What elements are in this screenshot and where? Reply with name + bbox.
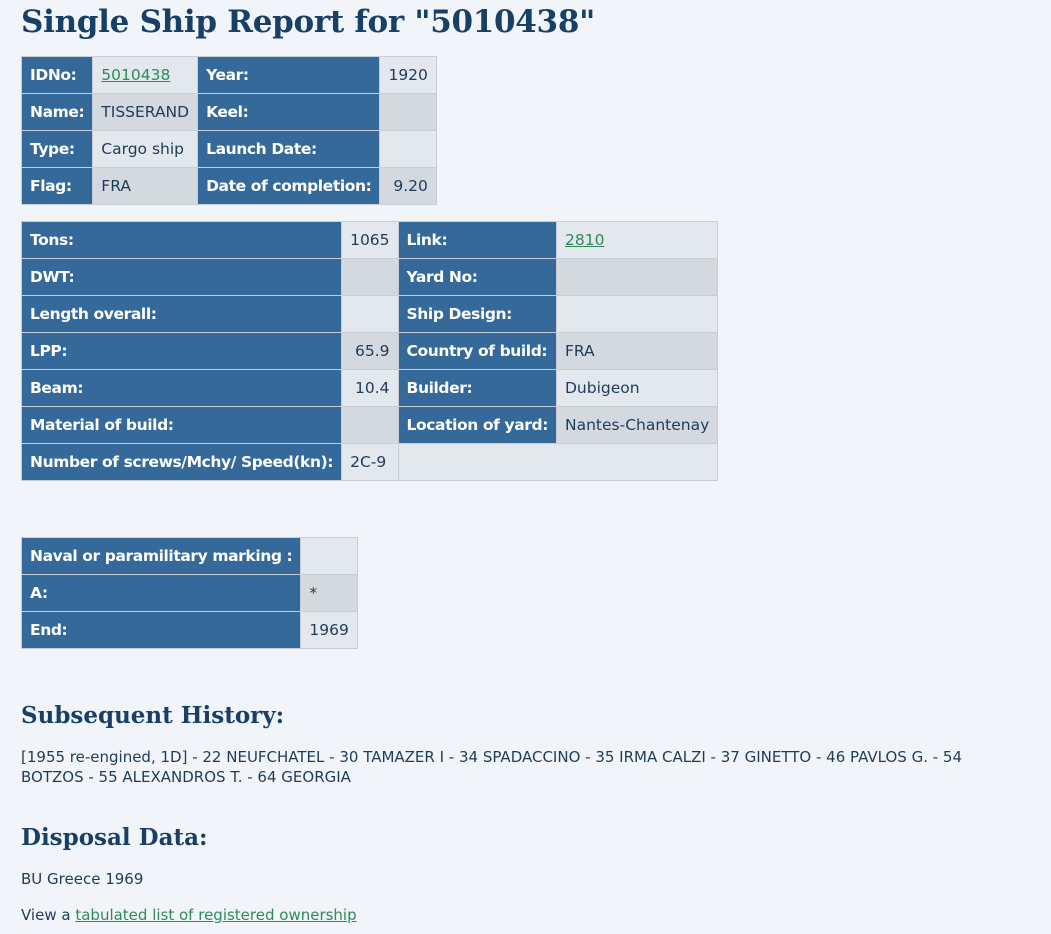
ship-design-value	[555, 295, 719, 333]
lpp-value: 65.9	[341, 332, 399, 370]
table-row: Number of screws/Mchy/ Speed(kn): 2C-9	[20, 443, 719, 481]
ownership-list-link[interactable]: tabulated list of registered ownership	[75, 906, 356, 924]
end-value: 1969	[300, 611, 358, 649]
country-of-build-label: Country of build:	[397, 332, 558, 370]
year-label: Year:	[197, 56, 381, 94]
history-heading: Subsequent History:	[21, 702, 285, 729]
country-of-build-value: FRA	[555, 332, 719, 370]
dwt-label: DWT:	[20, 258, 343, 296]
idno-label: IDNo:	[20, 56, 94, 94]
table-row: DWT: Yard No:	[20, 258, 719, 296]
a-label: A:	[20, 574, 302, 612]
dwt-value	[341, 258, 399, 296]
table-row: A: *	[20, 574, 358, 612]
builder-value: Dubigeon	[555, 369, 719, 407]
tons-value: 1065	[341, 221, 399, 259]
year-value: 1920	[379, 56, 437, 94]
marking-table: Naval or paramilitary marking : A: * End…	[20, 537, 358, 649]
link-label: Link:	[397, 221, 558, 259]
launch-date-value	[379, 130, 437, 168]
table-row: End: 1969	[20, 611, 358, 649]
table-row: Type: Cargo ship Launch Date:	[20, 130, 437, 168]
ownership-line: View a tabulated list of registered owne…	[21, 905, 357, 925]
table-row: LPP: 65.9 Country of build: FRA	[20, 332, 719, 370]
page-title: Single Ship Report for "5010438"	[21, 4, 595, 40]
completion-date-label: Date of completion:	[197, 167, 381, 205]
beam-value: 10.4	[341, 369, 399, 407]
idno-link[interactable]: 5010438	[101, 66, 170, 84]
keel-value	[379, 93, 437, 131]
table-row: Tons: 1065 Link: 2810	[20, 221, 719, 259]
table-row: Name: TISSERAND Keel:	[20, 93, 437, 131]
flag-value: FRA	[92, 167, 199, 205]
naval-marking-label: Naval or paramilitary marking :	[20, 537, 302, 575]
screws-label: Number of screws/Mchy/ Speed(kn):	[20, 443, 343, 481]
length-overall-value	[341, 295, 399, 333]
type-label: Type:	[20, 130, 94, 168]
ship-design-label: Ship Design:	[397, 295, 558, 333]
table-row: Naval or paramilitary marking :	[20, 537, 358, 575]
naval-marking-value	[300, 537, 358, 575]
ship-identity-table: IDNo: 5010438 Year: 1920 Name: TISSERAND…	[20, 56, 437, 205]
material-of-build-value	[341, 406, 399, 444]
view-prefix: View a	[21, 906, 71, 924]
name-label: Name:	[20, 93, 94, 131]
a-value: *	[300, 574, 358, 612]
beam-label: Beam:	[20, 369, 343, 407]
yard-no-value	[555, 258, 719, 296]
location-of-yard-label: Location of yard:	[397, 406, 558, 444]
material-of-build-label: Material of build:	[20, 406, 343, 444]
link-value: 2810	[555, 221, 719, 259]
table-row: Material of build: Location of yard: Nan…	[20, 406, 719, 444]
name-value: TISSERAND	[92, 93, 199, 131]
builder-label: Builder:	[397, 369, 558, 407]
lpp-label: LPP:	[20, 332, 343, 370]
link-number-link[interactable]: 2810	[565, 231, 604, 249]
flag-label: Flag:	[20, 167, 94, 205]
table-row: IDNo: 5010438 Year: 1920	[20, 56, 437, 94]
table-row: Flag: FRA Date of completion: 9.20	[20, 167, 437, 205]
end-label: End:	[20, 611, 302, 649]
keel-label: Keel:	[197, 93, 381, 131]
launch-date-label: Launch Date:	[197, 130, 381, 168]
history-text: [1955 re-engined, 1D] - 22 NEUFCHATEL - …	[21, 748, 963, 786]
tons-label: Tons:	[20, 221, 343, 259]
type-value: Cargo ship	[92, 130, 199, 168]
screws-value: 2C-9	[341, 443, 399, 481]
table-row: Beam: 10.4 Builder: Dubigeon	[20, 369, 719, 407]
location-of-yard-value: Nantes-Chantenay	[555, 406, 719, 444]
disposal-heading: Disposal Data:	[21, 824, 208, 851]
completion-date-value: 9.20	[379, 167, 437, 205]
table-row: Length overall: Ship Design:	[20, 295, 719, 333]
length-overall-label: Length overall:	[20, 295, 343, 333]
yard-no-label: Yard No:	[397, 258, 558, 296]
disposal-text: BU Greece 1969	[21, 870, 144, 888]
idno-value: 5010438	[92, 56, 199, 94]
empty-cell	[397, 443, 719, 481]
ship-dimensions-table: Tons: 1065 Link: 2810 DWT: Yard No: Leng…	[20, 221, 719, 481]
